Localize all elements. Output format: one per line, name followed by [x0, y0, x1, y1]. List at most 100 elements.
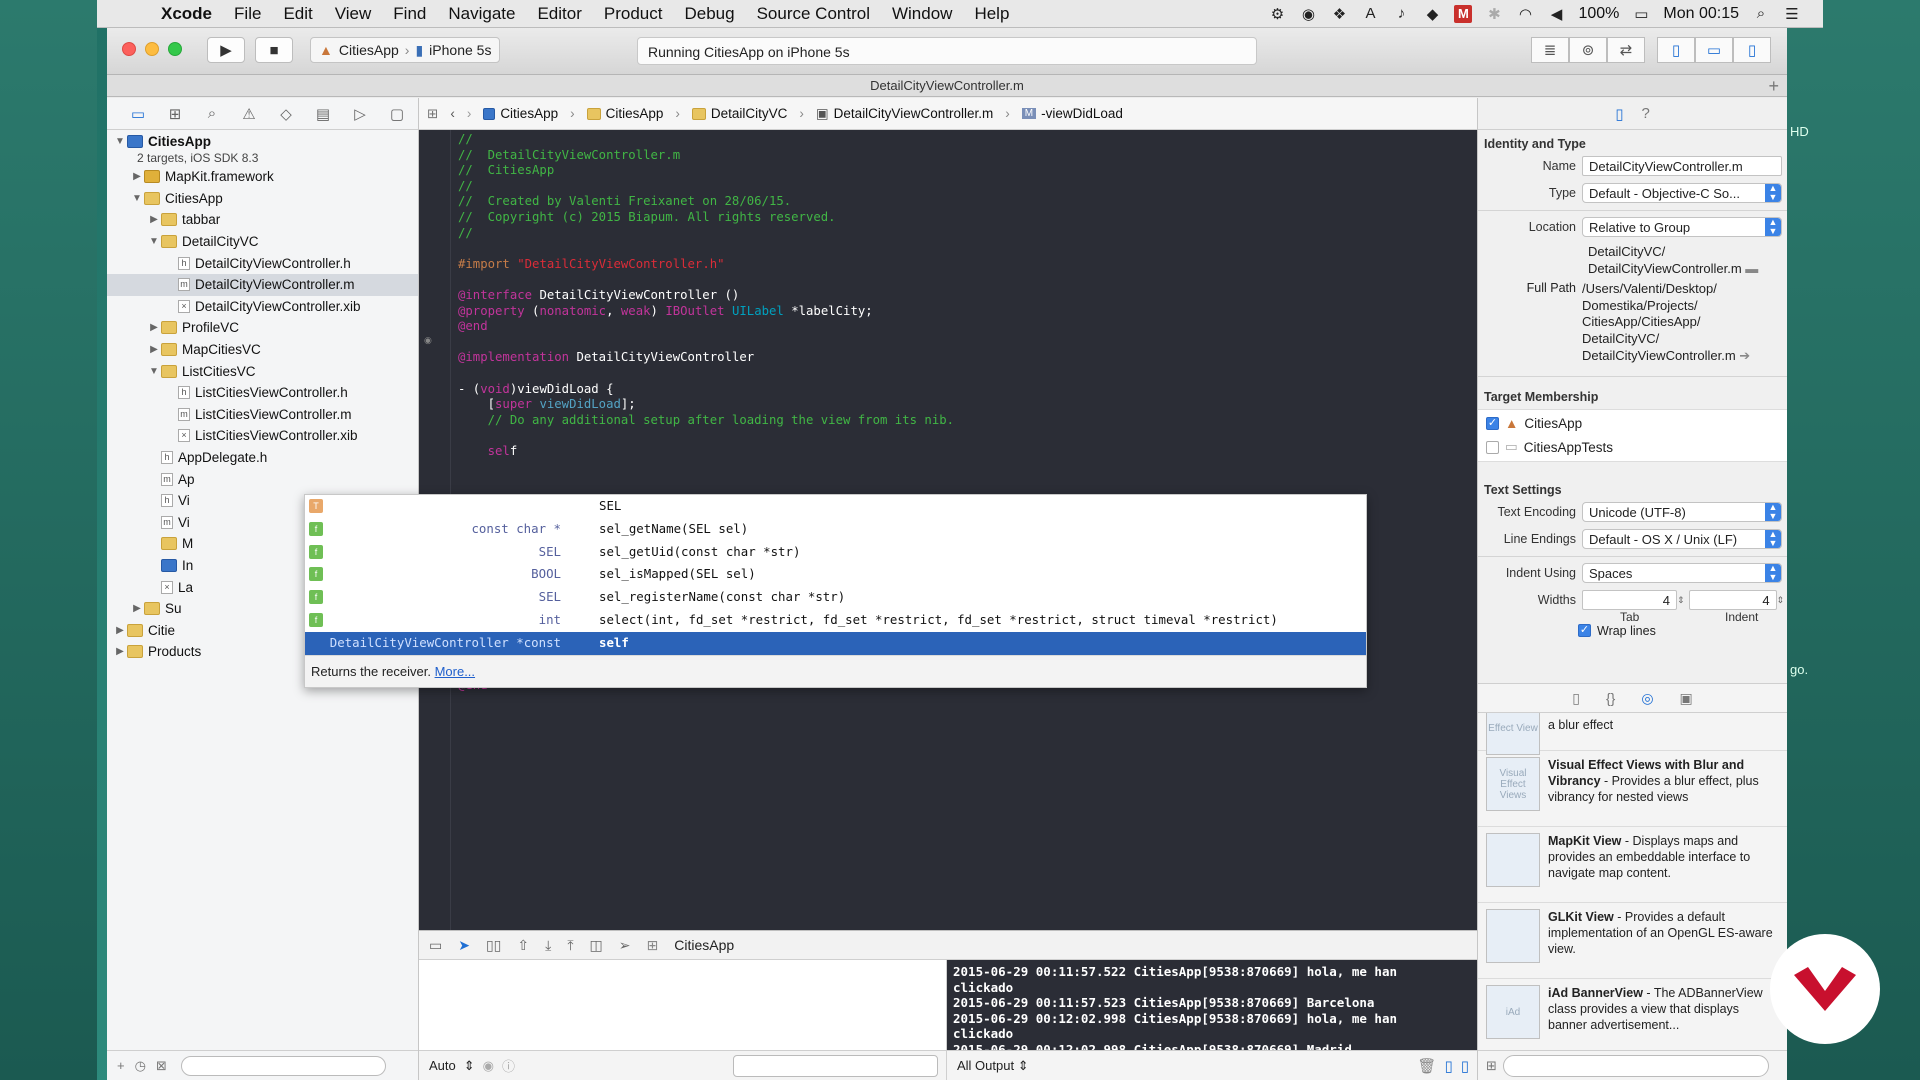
output-select[interactable]: All Output: [957, 1058, 1014, 1073]
tree-item[interactable]: h AppDelegate.h: [107, 447, 418, 469]
split-right-icon[interactable]: ▯: [1461, 1057, 1469, 1075]
tab-width-field[interactable]: 4: [1582, 590, 1677, 611]
spotlight-search-icon[interactable]: ⌕: [1752, 5, 1770, 23]
menu-app[interactable]: Xcode: [161, 4, 212, 24]
standard-editor-icon[interactable]: ≣: [1531, 37, 1569, 63]
outlet-connection-icon[interactable]: ◉: [424, 335, 432, 346]
disclosure-open-icon[interactable]: ▼: [130, 193, 144, 204]
project-row[interactable]: ▼ CitiesApp: [107, 132, 418, 150]
view-debugger-icon[interactable]: ◫: [590, 937, 603, 954]
symbol-navigator-icon[interactable]: ⊞: [164, 105, 186, 123]
close-window-button[interactable]: [122, 42, 136, 56]
test-navigator-icon[interactable]: ◇: [275, 105, 297, 123]
source-control-filter-icon[interactable]: ⊠: [156, 1058, 167, 1074]
battery-icon[interactable]: ▭: [1632, 5, 1650, 23]
bluetooth-icon[interactable]: ✱: [1485, 5, 1503, 23]
library-item[interactable]: Visual Effect Views Visual Effect Views w…: [1478, 751, 1787, 827]
tree-item[interactable]: h ListCitiesViewController.h: [107, 382, 418, 404]
evernote-icon[interactable]: ◆: [1423, 5, 1441, 23]
navigator-toggle-icon[interactable]: ▯: [1657, 37, 1695, 63]
folder-reveal-icon[interactable]: ▬: [1745, 261, 1758, 276]
assistant-editor-icon[interactable]: ⊚: [1569, 37, 1607, 63]
tree-item[interactable]: ▶ tabbar: [107, 209, 418, 231]
breakpoint-navigator-icon[interactable]: ▷: [349, 105, 371, 123]
disclosure-closed-icon[interactable]: ▶: [147, 214, 161, 225]
auto-scope-select[interactable]: Auto: [429, 1058, 456, 1073]
forward-icon[interactable]: ›: [467, 106, 472, 121]
completion-item[interactable]: f int select(int, fd_set *restrict, fd_set…: [305, 609, 1366, 632]
gear-icon[interactable]: ⚙: [1268, 5, 1286, 23]
encoding-popup[interactable]: Unicode (UTF-8) ▲ ▼: [1582, 502, 1782, 523]
library-filter-input[interactable]: [1502, 1054, 1769, 1077]
menu-source-control[interactable]: Source Control: [757, 4, 870, 24]
step-in-icon[interactable]: ⤓: [545, 937, 551, 954]
menu-debug[interactable]: Debug: [684, 4, 734, 24]
zoom-window-button[interactable]: [168, 42, 182, 56]
line-endings-popup[interactable]: Default - OS X / Unix (LF) ▲ ▼: [1582, 529, 1782, 550]
menu-help[interactable]: Help: [974, 4, 1009, 24]
completion-item[interactable]: T SEL: [305, 495, 1366, 518]
menu-view[interactable]: View: [335, 4, 372, 24]
run-button[interactable]: ▶: [207, 37, 245, 63]
text-icon[interactable]: A: [1361, 5, 1379, 23]
completion-item[interactable]: f const char * sel_getName(SEL sel): [305, 518, 1366, 541]
target-row[interactable]: ▭ CitiesAppTests: [1478, 435, 1787, 459]
trash-icon[interactable]: 🗑: [1417, 1057, 1436, 1075]
scheme-selector[interactable]: ▲ CitiesApp › ▮ iPhone 5s: [310, 37, 501, 63]
menu-edit[interactable]: Edit: [283, 4, 312, 24]
breadcrumb-group[interactable]: CitiesApp: [586, 106, 663, 121]
quick-help-icon[interactable]: ?: [1641, 105, 1649, 122]
wifi-icon[interactable]: ◠: [1516, 5, 1534, 23]
file-template-library-icon[interactable]: ▯: [1572, 690, 1580, 707]
pause-icon[interactable]: ▯▯: [486, 937, 501, 954]
related-items-icon[interactable]: ⊞: [427, 106, 438, 122]
hide-debug-area-icon[interactable]: ▭: [429, 937, 442, 954]
location-popup[interactable]: Relative to Group ▲ ▼: [1582, 217, 1782, 237]
step-over-icon[interactable]: ⇧: [517, 937, 529, 954]
tree-item[interactable]: ▶ MapCitiesVC: [107, 339, 418, 361]
menu-product[interactable]: Product: [604, 4, 663, 24]
media-library-icon[interactable]: ▣: [1680, 690, 1693, 707]
tree-item[interactable]: ▶ MapKit.framework: [107, 166, 418, 188]
add-tab-icon[interactable]: +: [1768, 75, 1779, 97]
volume-icon[interactable]: ◀: [1547, 5, 1565, 23]
navigator-filter-input[interactable]: [180, 1055, 386, 1076]
object-library-icon[interactable]: ◎: [1641, 690, 1653, 707]
target-checkbox[interactable]: ✓: [1486, 416, 1499, 430]
tab-stepper-icon[interactable]: ⇕: [1677, 595, 1685, 606]
debug-toggle-icon[interactable]: ▭: [1695, 37, 1733, 63]
project-navigator-icon[interactable]: ▭: [127, 105, 149, 123]
tree-item[interactable]: m ListCitiesViewController.m: [107, 404, 418, 426]
menu-editor[interactable]: Editor: [537, 4, 581, 24]
menu-navigate[interactable]: Navigate: [448, 4, 515, 24]
stop-button[interactable]: ■: [255, 37, 293, 63]
tab-title[interactable]: DetailCityViewController.m: [870, 78, 1024, 93]
clock[interactable]: Mon 00:15: [1663, 5, 1739, 23]
add-file-icon[interactable]: +: [117, 1058, 125, 1073]
type-popup[interactable]: Default - Objective-C So... ▲ ▼: [1582, 183, 1782, 203]
completion-item[interactable]: DetailCityViewController *const self: [305, 631, 1366, 655]
find-navigator-icon[interactable]: ⌕: [201, 105, 223, 122]
eye-icon[interactable]: ◉: [483, 1058, 494, 1074]
breakpoints-toggle-icon[interactable]: ➤: [458, 937, 470, 954]
wrap-lines-row[interactable]: ✓ Wrap lines: [1478, 624, 1787, 638]
library-item[interactable]: MapKit View - Displays maps and provides…: [1478, 827, 1787, 903]
step-out-icon[interactable]: ⤒: [567, 937, 573, 954]
disclosure-open-icon[interactable]: ▼: [147, 366, 161, 377]
version-editor-icon[interactable]: ⇄: [1607, 37, 1645, 63]
menu-file[interactable]: File: [234, 4, 261, 24]
grid-view-icon[interactable]: ⊞: [1486, 1058, 1497, 1074]
indent-stepper-icon[interactable]: ⇕: [1777, 595, 1785, 606]
disclosure-closed-icon[interactable]: ▶: [113, 625, 127, 636]
code-snippet-library-icon[interactable]: {}: [1606, 690, 1615, 706]
menu-find[interactable]: Find: [393, 4, 426, 24]
recent-files-icon[interactable]: ◷: [135, 1058, 146, 1074]
completion-item[interactable]: f BOOL sel_isMapped(SEL sel): [305, 563, 1366, 586]
indent-using-popup[interactable]: Spaces ▲ ▼: [1582, 563, 1782, 584]
breadcrumb-method[interactable]: M -viewDidLoad: [1021, 106, 1123, 121]
disclosure-closed-icon[interactable]: ▶: [147, 322, 161, 333]
disclosure-open-icon[interactable]: ▼: [147, 236, 161, 247]
library-item[interactable]: GLKit View - Provides a default implemen…: [1478, 903, 1787, 979]
menu-window[interactable]: Window: [892, 4, 952, 24]
dropbox-icon[interactable]: ❖: [1330, 5, 1348, 23]
